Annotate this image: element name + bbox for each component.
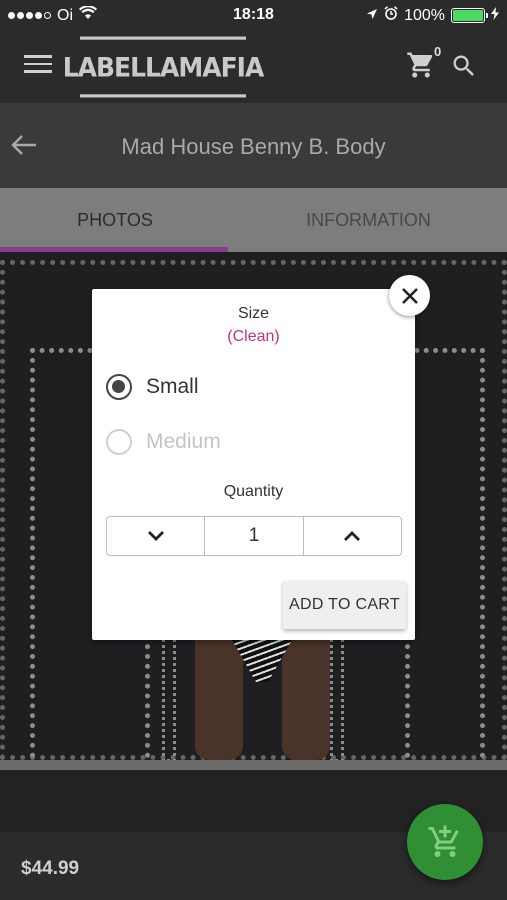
tab-information[interactable]: INFORMATION: [230, 188, 507, 252]
option-small[interactable]: Small: [106, 374, 199, 400]
quantity-stepper: 1: [106, 516, 402, 556]
add-to-cart-fab[interactable]: [407, 804, 483, 880]
app-header: LABELLAMAFIA 0: [0, 30, 507, 103]
product-title: Mad House Benny B. Body: [121, 134, 386, 159]
option-medium: Medium: [106, 429, 221, 455]
photo-figure-leg-left: [195, 640, 243, 760]
quantity-decrease-button[interactable]: [107, 517, 204, 555]
close-dialog-button[interactable]: [389, 275, 430, 316]
chevron-up-icon: [344, 531, 361, 541]
quantity-value[interactable]: 1: [204, 517, 304, 555]
radio-selected-icon[interactable]: [106, 374, 132, 400]
quantity-increase-button[interactable]: [304, 517, 401, 555]
option-medium-label: Medium: [146, 430, 221, 453]
photo-frame-inner-right: [330, 632, 344, 762]
add-to-cart-button[interactable]: ADD TO CART: [283, 581, 406, 629]
location-icon: [366, 7, 378, 25]
charging-icon: [491, 6, 499, 25]
search-icon[interactable]: [450, 52, 480, 82]
chevron-down-icon: [147, 531, 164, 541]
battery-percent: 100%: [404, 6, 445, 24]
tab-bar: PHOTOS INFORMATION: [0, 188, 507, 252]
photo-floor: [0, 760, 507, 770]
product-header: Mad House Benny B. Body: [0, 103, 507, 188]
add-shopping-cart-icon: [428, 825, 459, 857]
battery-icon: [451, 8, 488, 23]
size-variant-label: (Clean): [227, 328, 280, 345]
radio-disabled-icon: [106, 429, 132, 455]
tab-photos[interactable]: PHOTOS: [0, 188, 230, 252]
alarm-icon: [384, 6, 398, 25]
photo-frame-right: [405, 348, 485, 768]
quantity-label: Quantity: [223, 483, 284, 500]
menu-icon[interactable]: [24, 55, 52, 77]
size-label: Size: [237, 305, 270, 322]
status-bar: Oi 18:18 100%: [0, 0, 507, 30]
brand-logo[interactable]: LABELLAMAFIA: [63, 36, 264, 98]
option-small-label: Small: [146, 375, 199, 398]
cart-count-badge: 0: [434, 44, 442, 59]
close-icon: [401, 287, 418, 304]
photo-figure-leg-right: [282, 640, 330, 760]
status-right: 100%: [366, 6, 499, 25]
variant-dialog: Size (Clean) Small Medium Quantity 1 ADD…: [92, 289, 415, 640]
product-price: $44.99: [21, 858, 80, 879]
photo-frame-inner-left: [162, 632, 176, 762]
